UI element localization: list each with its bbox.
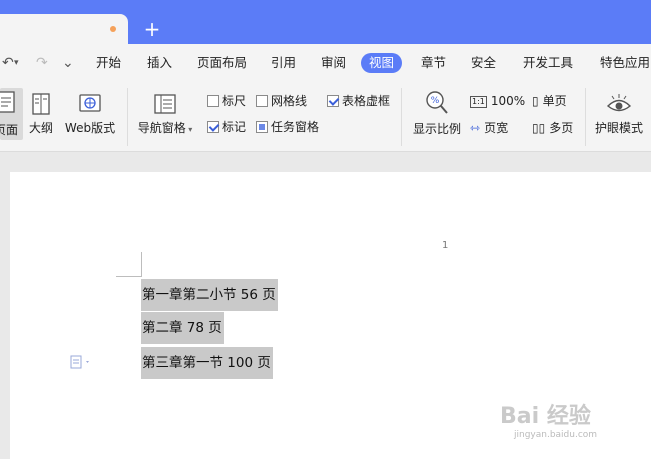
multi-page-label: 多页 bbox=[549, 121, 574, 135]
ribbon-divider bbox=[401, 88, 402, 146]
magnifier-icon: % bbox=[426, 91, 448, 114]
zoom-100-label: 100% bbox=[490, 94, 526, 108]
gridlines-checkbox[interactable]: 网格线 bbox=[256, 93, 307, 109]
markup-checkbox-box[interactable] bbox=[207, 121, 219, 133]
document-line[interactable]: 第三章第一节 100 页 bbox=[141, 347, 273, 379]
page-view-label: 页面 bbox=[0, 123, 19, 137]
chevron-down-icon: ▾ bbox=[185, 125, 193, 134]
navigation-pane-button[interactable]: 导航窗格 ▾ bbox=[136, 90, 194, 140]
web-layout-button[interactable]: Web版式 bbox=[62, 90, 118, 140]
task-pane-checkbox[interactable]: 任务窗格 bbox=[256, 119, 319, 135]
menu-bar: ↶ ▾ ↷ ⌄ 开始 插入 页面布局 引用 审阅 视图 章节 安全 开发工具 特… bbox=[0, 44, 651, 82]
outline-label: 大纲 bbox=[28, 121, 53, 135]
watermark-logo: Bai 经验 bbox=[500, 404, 591, 429]
eye-protection-label: 护眼模式 bbox=[594, 121, 643, 135]
actual-size-icon: 1:1 bbox=[470, 96, 487, 108]
task-pane-checkbox-box[interactable] bbox=[256, 121, 268, 133]
eye-icon bbox=[606, 94, 632, 112]
margin-marker bbox=[116, 276, 142, 277]
page-number: 1 bbox=[442, 240, 449, 251]
table-gridlines-checkbox[interactable]: 表格虚框 bbox=[327, 93, 390, 109]
gridlines-checkbox-box[interactable] bbox=[256, 95, 268, 107]
page-view-icon bbox=[0, 91, 15, 113]
document-line[interactable]: 第二章 78 页 bbox=[141, 312, 224, 344]
menu-page-layout[interactable]: 页面布局 bbox=[197, 53, 247, 73]
eye-protection-button[interactable]: 护眼模式 bbox=[591, 90, 647, 140]
menu-review[interactable]: 审阅 bbox=[321, 53, 346, 73]
markup-label: 标记 bbox=[222, 120, 247, 134]
one-page-button[interactable]: ▯ 单页 bbox=[532, 92, 567, 110]
zoom-button[interactable]: % 显示比例 bbox=[409, 90, 465, 140]
one-page-icon: ▯ bbox=[532, 94, 539, 108]
menu-security[interactable]: 安全 bbox=[471, 53, 496, 73]
multi-page-icon: ▯▯ bbox=[532, 121, 546, 135]
page-width-icon: ⇿ bbox=[470, 121, 481, 135]
one-page-label: 单页 bbox=[542, 94, 567, 108]
page-width-label: 页宽 bbox=[484, 121, 509, 135]
page-width-button[interactable]: ⇿ 页宽 bbox=[470, 119, 508, 137]
ruler-checkbox-box[interactable] bbox=[207, 95, 219, 107]
document-line[interactable]: 第一章第二小节 56 页 bbox=[141, 279, 278, 311]
svg-text:%: % bbox=[431, 96, 440, 106]
ribbon-divider bbox=[127, 88, 128, 146]
web-layout-icon bbox=[79, 94, 101, 112]
page-view-button[interactable]: 页面 bbox=[0, 88, 23, 140]
menu-special-apps[interactable]: 特色应用 bbox=[600, 53, 650, 73]
ruler-label: 标尺 bbox=[222, 94, 247, 108]
multi-page-button[interactable]: ▯▯ 多页 bbox=[532, 119, 573, 137]
menu-references[interactable]: 引用 bbox=[271, 53, 296, 73]
ruler-checkbox[interactable]: 标尺 bbox=[207, 93, 246, 109]
customize-toolbar-icon[interactable]: ⌄ bbox=[62, 54, 74, 72]
menu-chapter[interactable]: 章节 bbox=[421, 53, 446, 73]
outline-button[interactable]: 大纲 bbox=[28, 90, 54, 140]
undo-icon[interactable]: ↶ bbox=[2, 54, 14, 72]
navigation-pane-icon bbox=[154, 94, 176, 114]
menu-home[interactable]: 开始 bbox=[96, 53, 121, 73]
paragraph-layout-icon[interactable] bbox=[70, 355, 92, 372]
view-ribbon: 页面 大纲 Web版式 导航窗格 ▾ 标尺 网格线 表格虚框 标记 任务窗格 %… bbox=[0, 82, 651, 152]
task-pane-label: 任务窗格 bbox=[271, 120, 320, 134]
web-layout-label: Web版式 bbox=[64, 121, 116, 135]
document-tab[interactable] bbox=[0, 14, 128, 44]
undo-dropdown-icon[interactable]: ▾ bbox=[14, 54, 19, 72]
table-gridlines-label: 表格虚框 bbox=[342, 94, 391, 108]
gridlines-label: 网格线 bbox=[271, 94, 308, 108]
redo-icon[interactable]: ↷ bbox=[36, 54, 48, 72]
new-tab-button[interactable]: + bbox=[143, 18, 161, 40]
navigation-pane-label: 导航窗格 ▾ bbox=[137, 121, 193, 135]
zoom-100-button[interactable]: 1:1 100% bbox=[470, 92, 525, 110]
watermark-url: jingyan.baidu.com bbox=[514, 430, 598, 440]
markup-checkbox[interactable]: 标记 bbox=[207, 119, 246, 135]
zoom-label: 显示比例 bbox=[412, 122, 461, 136]
menu-developer-tools[interactable]: 开发工具 bbox=[523, 53, 573, 73]
unsaved-indicator bbox=[110, 26, 116, 32]
ribbon-divider bbox=[585, 88, 586, 146]
menu-insert[interactable]: 插入 bbox=[147, 53, 172, 73]
margin-marker bbox=[141, 252, 142, 277]
outline-icon bbox=[32, 93, 50, 115]
table-gridlines-checkbox-box[interactable] bbox=[327, 95, 339, 107]
title-bar: + bbox=[0, 0, 651, 44]
menu-view[interactable]: 视图 bbox=[361, 53, 403, 73]
